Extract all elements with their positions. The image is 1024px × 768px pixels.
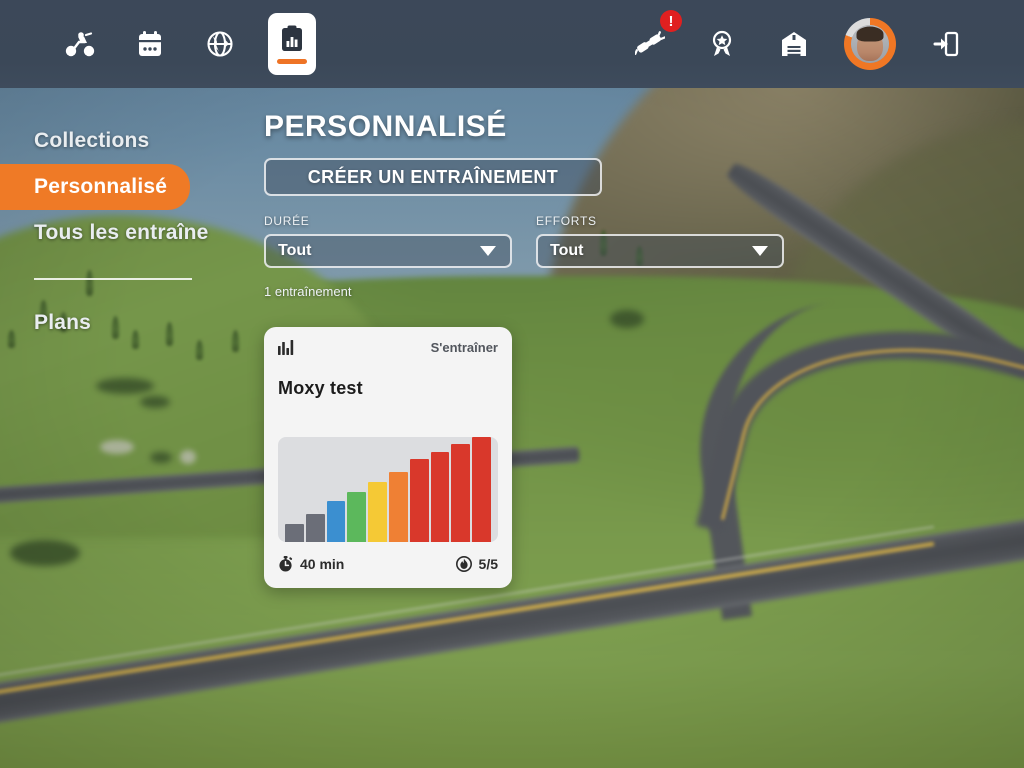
- chart-bar: [430, 451, 450, 542]
- stopwatch-icon: [278, 556, 293, 572]
- duration-stat: 40 min: [278, 556, 344, 572]
- effort-value: 5/5: [478, 556, 498, 572]
- award-ribbon-icon: [709, 30, 735, 58]
- efforts-select[interactable]: Tout: [536, 234, 784, 268]
- chart-bar: [409, 459, 429, 542]
- filter-efforts: EFFORTS Tout: [536, 214, 784, 268]
- nav-calendar-button[interactable]: [128, 22, 172, 66]
- pairing-plug-icon: [635, 31, 665, 57]
- sidebar-item-collections[interactable]: Collections: [0, 118, 236, 164]
- workout-count: 1 entraînement: [264, 284, 352, 299]
- main-content: PERSONNALISÉ CRÉER UN ENTRAÎNEMENT DURÉE…: [236, 88, 1024, 768]
- effort-flame-icon: [455, 556, 472, 572]
- exit-door-icon: [933, 31, 959, 57]
- rock: [180, 450, 196, 464]
- nav-exit-button[interactable]: [924, 22, 968, 66]
- card-footer: 40 min 5/5: [278, 556, 498, 572]
- bush: [10, 540, 80, 566]
- sidebar: Collections Personnalisé Tous les entraî…: [0, 88, 236, 346]
- chart-bar: [305, 513, 325, 542]
- sidebar-divider: [34, 278, 192, 280]
- nav-workouts-button[interactable]: [268, 13, 316, 75]
- bar-chart-icon: [278, 340, 295, 360]
- duration-value: 40 min: [300, 556, 345, 572]
- filter-duration: DURÉE Tout: [264, 214, 512, 268]
- active-indicator-bar: [277, 58, 307, 64]
- workout-profile-chart: [278, 437, 498, 542]
- garage-icon: [781, 31, 807, 57]
- avatar-hair: [856, 26, 884, 42]
- nav-pairing-button[interactable]: !: [628, 10, 682, 66]
- chevron-down-icon: [752, 246, 768, 256]
- avatar-photo: [851, 25, 889, 63]
- alert-badge: !: [660, 10, 682, 32]
- sidebar-item-plans[interactable]: Plans: [0, 300, 236, 346]
- avatar[interactable]: [844, 18, 896, 70]
- card-header: S'entraîner: [278, 340, 498, 360]
- sidebar-item-personnalise[interactable]: Personnalisé: [0, 164, 190, 210]
- nav-right-group: !: [628, 0, 968, 88]
- globe-icon: [206, 30, 234, 58]
- chart-bar: [285, 524, 304, 542]
- app-window: ! Collections Personnalisé Tous les entr…: [0, 0, 1024, 768]
- create-workout-button[interactable]: CRÉER UN ENTRAÎNEMENT: [264, 158, 602, 196]
- cycling-icon: [65, 31, 95, 57]
- rock: [100, 440, 134, 454]
- chart-bar: [347, 491, 367, 542]
- workout-title: Moxy test: [278, 378, 363, 398]
- train-button[interactable]: S'entraîner: [431, 340, 498, 355]
- nav-awards-button[interactable]: [700, 22, 744, 66]
- bush: [96, 378, 154, 394]
- effort-stat: 5/5: [455, 556, 498, 572]
- workout-card-grid: S'entraîner Moxy test 40 min 5/5: [264, 327, 1024, 588]
- bush: [140, 396, 170, 408]
- nav-left-group: [58, 0, 316, 88]
- chart-bar: [326, 501, 346, 542]
- page-title: PERSONNALISÉ: [264, 110, 507, 143]
- nav-cycling-button[interactable]: [58, 22, 102, 66]
- nav-garage-button[interactable]: [772, 22, 816, 66]
- sidebar-item-tous-les-entrainements[interactable]: Tous les entraîne: [0, 210, 236, 256]
- chart-bar: [388, 471, 408, 542]
- chevron-down-icon: [480, 246, 496, 256]
- filter-efforts-label: EFFORTS: [536, 214, 597, 228]
- calendar-icon: [137, 30, 163, 58]
- duration-select-value: Tout: [278, 242, 312, 259]
- workout-card[interactable]: S'entraîner Moxy test 40 min 5/5: [264, 327, 512, 588]
- nav-globe-button[interactable]: [198, 22, 242, 66]
- top-navigation-bar: !: [0, 0, 1024, 88]
- chart-bar: [451, 444, 471, 542]
- filter-duration-label: DURÉE: [264, 214, 310, 228]
- efforts-select-value: Tout: [550, 242, 584, 259]
- bush: [150, 452, 172, 463]
- chart-bar: [368, 482, 387, 542]
- clipboard-chart-icon: [280, 25, 304, 53]
- filters-row: DURÉE Tout EFFORTS Tout: [264, 214, 1024, 268]
- chart-bar: [472, 437, 491, 542]
- duration-select[interactable]: Tout: [264, 234, 512, 268]
